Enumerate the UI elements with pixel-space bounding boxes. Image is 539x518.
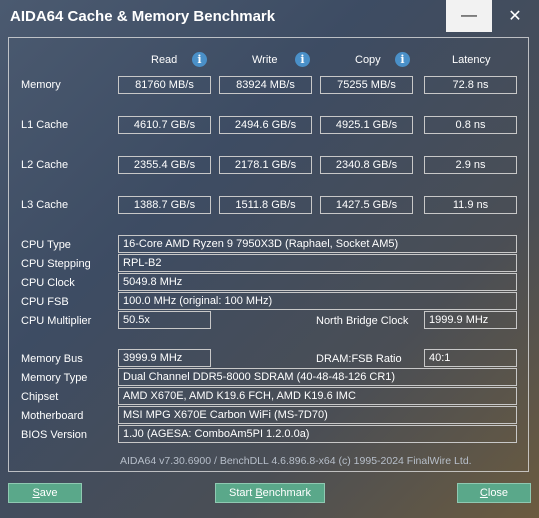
start-hotkey: B bbox=[255, 487, 263, 499]
l2-latency-value: 2.9 ns bbox=[424, 156, 517, 174]
close-button[interactable]: Close bbox=[457, 483, 531, 503]
benchmark-panel: Read i Write i Copy i Latency Memory 817… bbox=[8, 37, 529, 472]
memory-bus-label: Memory Bus bbox=[21, 353, 83, 365]
write-header: Write bbox=[252, 54, 278, 66]
cpu-fsb-label: CPU FSB bbox=[21, 296, 69, 308]
motherboard-value: MSI MPG X670E Carbon WiFi (MS-7D70) bbox=[118, 406, 517, 424]
memory-type-label: Memory Type bbox=[21, 372, 88, 384]
title-bar: AIDA64 Cache & Memory Benchmark — ✕ bbox=[0, 0, 539, 32]
save-hotkey: S bbox=[32, 487, 40, 499]
cpu-stepping-value: RPL-B2 bbox=[118, 254, 517, 272]
start-label-pre: Start bbox=[229, 487, 256, 499]
nb-clock-label: North Bridge Clock bbox=[316, 315, 409, 327]
nb-clock-value: 1999.9 MHz bbox=[424, 311, 517, 329]
l1-write-value: 2494.6 GB/s bbox=[219, 116, 312, 134]
l3-row-label: L3 Cache bbox=[21, 199, 69, 211]
latency-header: Latency bbox=[452, 54, 491, 66]
bios-version-value: 1.J0 (AGESA: ComboAm5PI 1.2.0.0a) bbox=[118, 425, 517, 443]
write-info-icon[interactable]: i bbox=[295, 52, 310, 67]
bios-version-label: BIOS Version bbox=[21, 429, 88, 441]
l1-row-label: L1 Cache bbox=[21, 119, 69, 131]
minimize-icon: — bbox=[461, 7, 477, 24]
memory-bus-value: 3999.9 MHz bbox=[118, 349, 211, 367]
chipset-value: AMD X670E, AMD K19.6 FCH, AMD K19.6 IMC bbox=[118, 387, 517, 405]
l1-latency-value: 0.8 ns bbox=[424, 116, 517, 134]
cpu-clock-label: CPU Clock bbox=[21, 277, 75, 289]
motherboard-label: Motherboard bbox=[21, 410, 84, 422]
close-label: lose bbox=[487, 487, 509, 499]
cpu-multiplier-value: 50.5x bbox=[118, 311, 211, 329]
minimize-button[interactable]: — bbox=[446, 0, 492, 32]
cpu-fsb-value: 100.0 MHz (original: 100 MHz) bbox=[118, 292, 517, 310]
window-close-button[interactable]: ✕ bbox=[492, 0, 538, 32]
memory-type-value: Dual Channel DDR5-8000 SDRAM (40-48-48-1… bbox=[118, 368, 517, 386]
cpu-clock-value: 5049.8 MHz bbox=[118, 273, 517, 291]
l3-write-value: 1511.8 GB/s bbox=[219, 196, 312, 214]
memory-copy-value: 75255 MB/s bbox=[320, 76, 413, 94]
dram-fsb-value: 40:1 bbox=[424, 349, 517, 367]
l1-read-value: 4610.7 GB/s bbox=[118, 116, 211, 134]
copy-info-icon[interactable]: i bbox=[395, 52, 410, 67]
cpu-stepping-label: CPU Stepping bbox=[21, 258, 91, 270]
l3-latency-value: 11.9 ns bbox=[424, 196, 517, 214]
read-header: Read bbox=[151, 54, 178, 66]
start-label-rest: enchmark bbox=[262, 487, 311, 499]
cpu-multiplier-label: CPU Multiplier bbox=[21, 315, 92, 327]
memory-write-value: 83924 MB/s bbox=[219, 76, 312, 94]
l1-copy-value: 4925.1 GB/s bbox=[320, 116, 413, 134]
l2-copy-value: 2340.8 GB/s bbox=[320, 156, 413, 174]
cpu-type-label: CPU Type bbox=[21, 239, 71, 251]
save-label: ave bbox=[39, 487, 58, 499]
cpu-type-value: 16-Core AMD Ryzen 9 7950X3D (Raphael, So… bbox=[118, 235, 517, 253]
l3-read-value: 1388.7 GB/s bbox=[118, 196, 211, 214]
read-info-icon[interactable]: i bbox=[192, 52, 207, 67]
window-title: AIDA64 Cache & Memory Benchmark bbox=[10, 8, 276, 25]
close-hotkey: C bbox=[479, 487, 488, 499]
close-icon: ✕ bbox=[508, 8, 522, 25]
chipset-label: Chipset bbox=[21, 391, 59, 403]
start-benchmark-button[interactable]: Start Benchmark bbox=[215, 483, 325, 503]
memory-row-label: Memory bbox=[21, 79, 61, 91]
save-button[interactable]: Save bbox=[8, 483, 82, 503]
l2-read-value: 2355.4 GB/s bbox=[118, 156, 211, 174]
copyright-footer: AIDA64 v7.30.6900 / BenchDLL 4.6.896.8-x… bbox=[120, 455, 472, 467]
copy-header: Copy bbox=[355, 54, 381, 66]
l2-row-label: L2 Cache bbox=[21, 159, 69, 171]
memory-latency-value: 72.8 ns bbox=[424, 76, 517, 94]
l3-copy-value: 1427.5 GB/s bbox=[320, 196, 413, 214]
memory-read-value: 81760 MB/s bbox=[118, 76, 211, 94]
dram-fsb-label: DRAM:FSB Ratio bbox=[316, 353, 402, 365]
l2-write-value: 2178.1 GB/s bbox=[219, 156, 312, 174]
